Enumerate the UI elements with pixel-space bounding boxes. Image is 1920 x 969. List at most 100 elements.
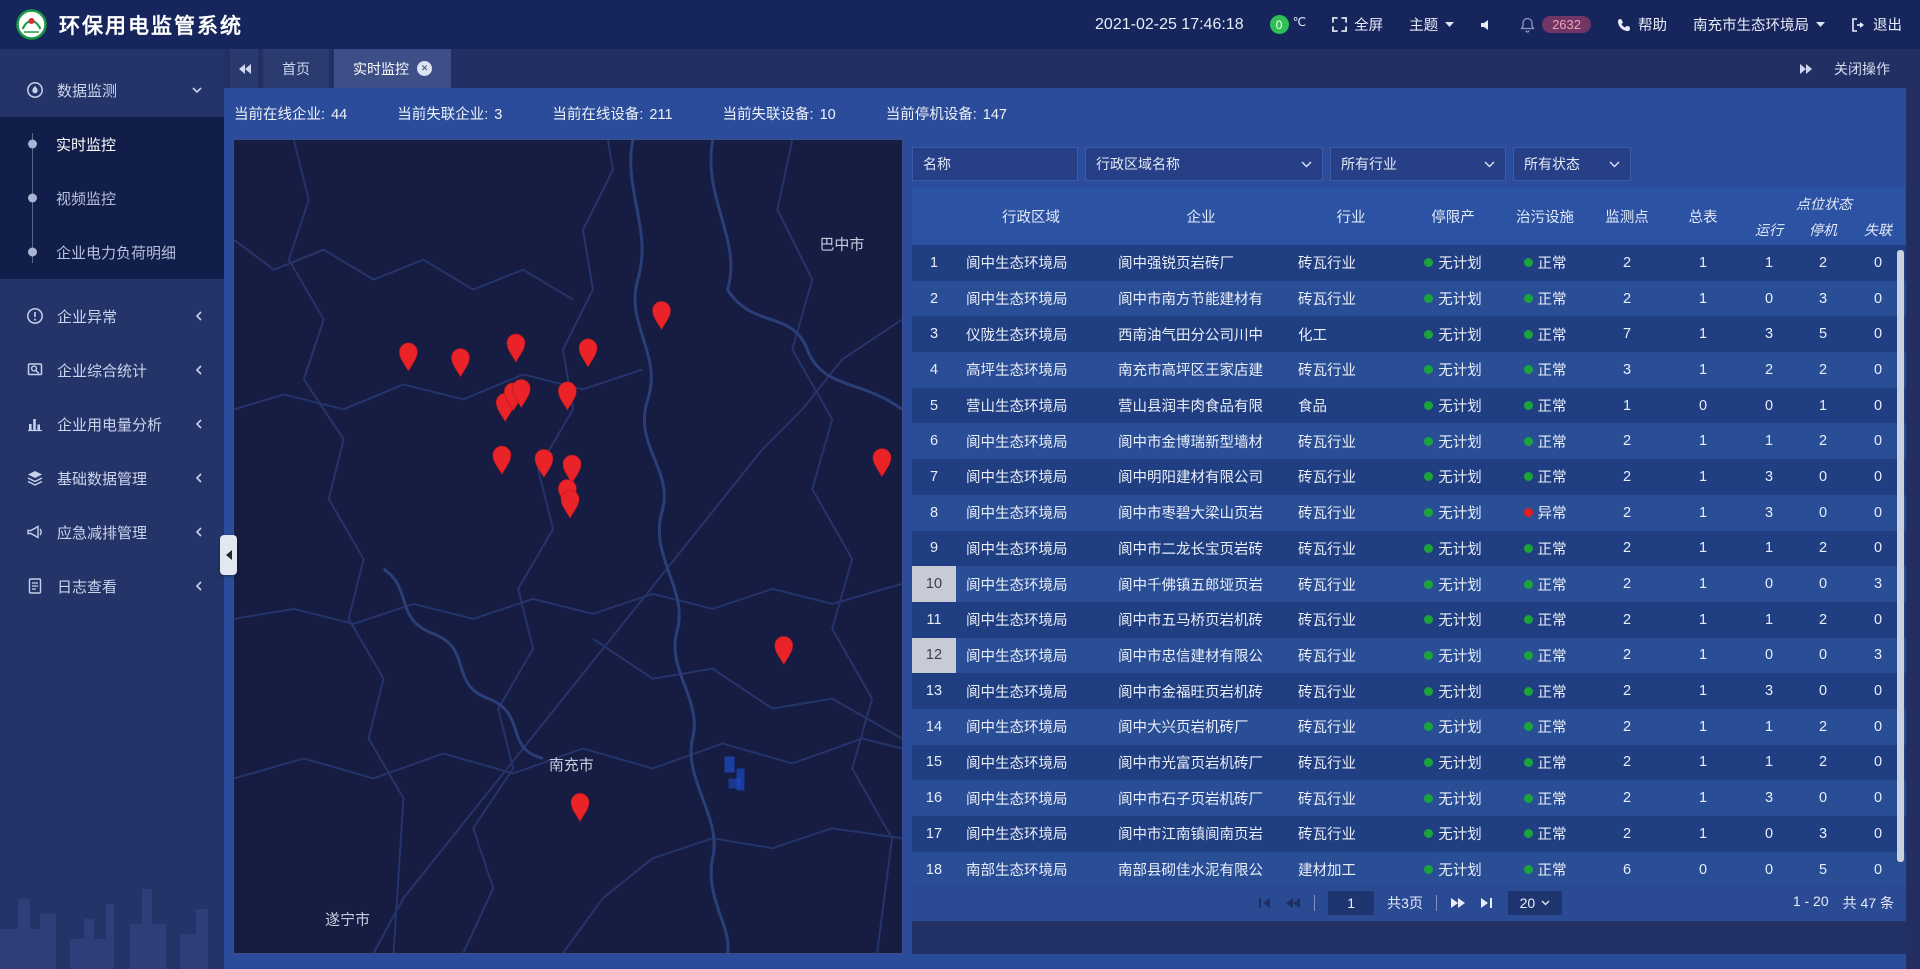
cell-company: 阆中强锐页岩砖厂 — [1106, 245, 1296, 281]
sidebar-item-log-view[interactable]: 日志查看 — [0, 559, 224, 613]
name-filter-input[interactable] — [912, 147, 1078, 181]
tab-close-icon[interactable]: ✕ — [417, 61, 432, 76]
cell-run-count: 3 — [1742, 459, 1796, 495]
cell-facility-status: 正常 — [1500, 638, 1590, 674]
cell-facility-status: 正常 — [1500, 852, 1590, 885]
map-marker-pin[interactable] — [563, 455, 581, 483]
cell-industry: 砖瓦行业 — [1296, 638, 1406, 674]
table-row[interactable]: 11阆中生态环境局阆中市五马桥页岩机砖砖瓦行业无计划正常21120 — [912, 602, 1906, 638]
sidebar-item-power-load-detail[interactable]: 企业电力负荷明细 — [0, 225, 224, 279]
cell-facility-status: 正常 — [1500, 709, 1590, 745]
table-scrollbar[interactable] — [1897, 250, 1904, 862]
document-icon — [26, 577, 44, 595]
fullscreen-button[interactable]: 全屏 — [1332, 14, 1383, 35]
cell-industry: 砖瓦行业 — [1296, 531, 1406, 567]
cell-index: 16 — [912, 780, 956, 816]
cell-meter-count: 1 — [1664, 709, 1742, 745]
map-marker-pin[interactable] — [451, 349, 469, 377]
table-row[interactable]: 7阆中生态环境局阆中明阳建材有限公司砖瓦行业无计划正常21300 — [912, 459, 1906, 495]
map-marker-pin[interactable] — [561, 490, 579, 518]
table-row[interactable]: 2阆中生态环境局阆中市南方节能建材有砖瓦行业无计划正常21030 — [912, 281, 1906, 317]
map-marker-pin[interactable] — [653, 301, 671, 329]
cell-monitor-count: 2 — [1590, 566, 1664, 602]
sidebar-item-data-monitoring[interactable]: 数据监测 — [0, 63, 224, 117]
map-marker-pin[interactable] — [493, 446, 511, 474]
table-row[interactable]: 8阆中生态环境局阆中市枣碧大梁山页岩砖瓦行业无计划异常21300 — [912, 495, 1906, 531]
notifications-button[interactable]: 2632 — [1520, 16, 1591, 33]
table-row[interactable]: 16阆中生态环境局阆中市石子页岩机砖厂砖瓦行业无计划正常21300 — [912, 780, 1906, 816]
next-page-button[interactable] — [1450, 897, 1466, 909]
cell-industry: 砖瓦行业 — [1296, 709, 1406, 745]
cell-region: 阆中生态环境局 — [956, 602, 1106, 638]
region-filter-select[interactable]: 行政区域名称 — [1085, 147, 1323, 181]
table-row[interactable]: 14阆中生态环境局阆中大兴页岩机砖厂砖瓦行业无计划正常21120 — [912, 709, 1906, 745]
map-marker-pin[interactable] — [558, 382, 576, 410]
help-button[interactable]: 帮助 — [1617, 14, 1667, 35]
table-row[interactable]: 9阆中生态环境局阆中市二龙长宝页岩砖砖瓦行业无计划正常21120 — [912, 531, 1906, 567]
table-row[interactable]: 18南部生态环境局南部县砌佳水泥有限公建材加工无计划正常60050 — [912, 852, 1906, 885]
prev-page-button[interactable] — [1285, 897, 1301, 909]
table-row[interactable]: 17阆中生态环境局阆中市江南镇阆南页岩砖瓦行业无计划正常21030 — [912, 816, 1906, 852]
logout-button[interactable]: 退出 — [1851, 14, 1902, 35]
status-filter-select[interactable]: 所有状态 — [1513, 147, 1631, 181]
green-dot-icon — [1424, 687, 1433, 696]
sidebar-item-enterprise-abnormal[interactable]: 企业异常 — [0, 289, 224, 343]
last-page-button[interactable] — [1479, 897, 1495, 909]
table-row[interactable]: 13阆中生态环境局阆中市金福旺页岩机砖砖瓦行业无计划正常21300 — [912, 673, 1906, 709]
map-marker-pin[interactable] — [775, 636, 793, 664]
sidebar-item-emergency-reduction[interactable]: 应急减排管理 — [0, 505, 224, 559]
tab-realtime-monitoring[interactable]: 实时监控 ✕ — [334, 49, 451, 88]
volume-button[interactable] — [1480, 18, 1494, 32]
map-marker-pin[interactable] — [873, 449, 891, 477]
close-operations-button[interactable]: 关闭操作 — [1834, 59, 1890, 79]
stat-item: 当前在线设备: 211 — [552, 103, 672, 124]
sidebar-item-enterprise-statistics[interactable]: 企业综合统计 — [0, 343, 224, 397]
table-row[interactable]: 6阆中生态环境局阆中市金博瑞新型墙材砖瓦行业无计划正常21120 — [912, 423, 1906, 459]
theme-menu[interactable]: 主题 — [1409, 14, 1454, 35]
first-page-button[interactable] — [1256, 897, 1272, 909]
stat-label: 当前在线企业: — [234, 107, 329, 123]
cell-monitor-count: 2 — [1590, 780, 1664, 816]
industry-filter-select[interactable]: 所有行业 — [1330, 147, 1506, 181]
main-area: 数据监测 实时监控 视频监控 企业电力负荷明细 企业异常 企业综合统计 企业用电… — [0, 49, 1920, 969]
table-row[interactable]: 10阆中生态环境局阆中千佛镇五郎垭页岩砖瓦行业无计划正常21003 — [912, 566, 1906, 602]
cell-region: 阆中生态环境局 — [956, 745, 1106, 781]
table-row[interactable]: 3仪陇生态环境局西南油气田分公司川中化工无计划正常71350 — [912, 316, 1906, 352]
sidebar-collapse-handle[interactable] — [220, 535, 237, 575]
sidebar-item-video-monitoring[interactable]: 视频监控 — [0, 171, 224, 225]
double-chevron-right-icon[interactable] — [1799, 63, 1814, 75]
cell-company: 营山县润丰肉食品有限 — [1106, 388, 1296, 424]
table-row[interactable]: 1阆中生态环境局阆中强锐页岩砖厂砖瓦行业无计划正常21120 — [912, 245, 1906, 281]
current-page-input[interactable]: 1 — [1328, 891, 1374, 915]
cell-industry: 砖瓦行业 — [1296, 245, 1406, 281]
cell-company: 阆中市枣碧大梁山页岩 — [1106, 495, 1296, 531]
table-row[interactable]: 4高坪生态环境局南充市高坪区王家店建砖瓦行业无计划正常31220 — [912, 352, 1906, 388]
user-menu[interactable]: 南充市生态环境局 — [1693, 14, 1825, 35]
sidebar-item-base-data-management[interactable]: 基础数据管理 — [0, 451, 224, 505]
cell-monitor-count: 2 — [1590, 495, 1664, 531]
map-marker-pin[interactable] — [399, 343, 417, 371]
cell-company: 阆中市石子页岩机砖厂 — [1106, 780, 1296, 816]
tab-home[interactable]: 首页 — [263, 49, 329, 88]
page-scrollbar-track[interactable] — [1906, 49, 1920, 969]
total-count-label: 共 47 条 — [1843, 893, 1894, 913]
cell-region: 阆中生态环境局 — [956, 816, 1106, 852]
panel-bottom-space — [912, 921, 1906, 954]
map-marker-pin[interactable] — [579, 339, 597, 367]
table-row[interactable]: 12阆中生态环境局阆中市忠信建材有限公砖瓦行业无计划正常21003 — [912, 638, 1906, 674]
map-marker-pin[interactable] — [507, 334, 525, 362]
cell-monitor-count: 2 — [1590, 638, 1664, 674]
map-marker-pin[interactable] — [535, 449, 553, 477]
table-row[interactable]: 5营山生态环境局营山县润丰肉食品有限食品无计划正常10010 — [912, 388, 1906, 424]
sidebar-item-realtime-monitoring[interactable]: 实时监控 — [0, 117, 224, 171]
map-panel[interactable]: 巴中市南充市遂宁市 — [233, 139, 903, 954]
map-canvas[interactable]: 巴中市南充市遂宁市 — [234, 140, 902, 953]
sidebar-item-power-usage-analysis[interactable]: 企业用电量分析 — [0, 397, 224, 451]
cell-stop-count: 3 — [1796, 816, 1850, 852]
map-marker-pin[interactable] — [571, 793, 589, 821]
green-dot-icon — [1424, 615, 1433, 624]
cell-stop-count: 1 — [1796, 388, 1850, 424]
table-row[interactable]: 15阆中生态环境局阆中市光富页岩机砖厂砖瓦行业无计划正常21120 — [912, 745, 1906, 781]
page-size-select[interactable]: 20 — [1508, 891, 1562, 915]
tabs-scroll-left-button[interactable] — [230, 49, 258, 88]
